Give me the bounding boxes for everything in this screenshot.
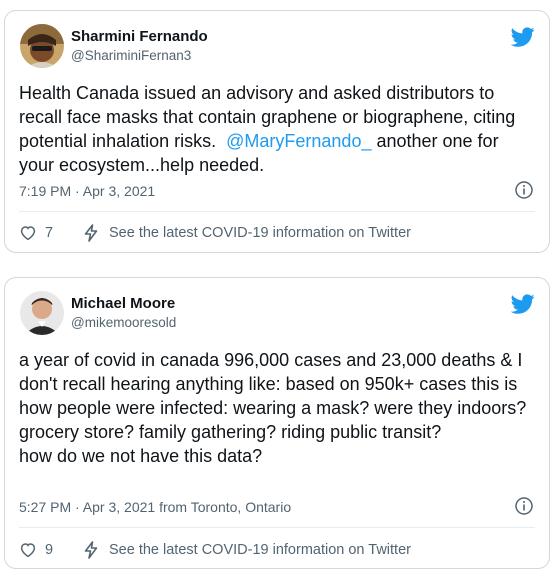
tweet-text: a year of covid in canada 996,000 cases … bbox=[19, 350, 527, 466]
like-button[interactable]: 7 bbox=[19, 224, 75, 242]
covid-info-label: See the latest COVID-19 information on T… bbox=[109, 542, 411, 558]
avatar[interactable] bbox=[20, 24, 64, 68]
tweet-actions: 7 See the latest COVID-19 information on… bbox=[19, 221, 535, 245]
divider bbox=[19, 527, 535, 528]
heart-icon bbox=[19, 224, 37, 242]
tweet-card[interactable]: Michael Moore @mikemooresold a year of c… bbox=[4, 277, 550, 569]
heart-icon bbox=[19, 541, 37, 559]
tweet-timestamp[interactable]: 5:27 PM · Apr 3, 2021 from Toronto, Onta… bbox=[19, 499, 291, 515]
author-name[interactable]: Sharmini Fernando bbox=[71, 28, 208, 45]
divider bbox=[19, 211, 535, 212]
covid-info-link[interactable]: See the latest COVID-19 information on T… bbox=[83, 224, 411, 242]
twitter-bird-icon[interactable] bbox=[511, 292, 535, 316]
author-handle[interactable]: @ShariminiFernan3 bbox=[71, 48, 191, 63]
info-icon[interactable] bbox=[515, 181, 533, 199]
author-handle[interactable]: @mikemooresold bbox=[71, 315, 176, 330]
tweet-timestamp[interactable]: 7:19 PM · Apr 3, 2021 bbox=[19, 183, 155, 199]
covid-info-link[interactable]: See the latest COVID-19 information on T… bbox=[83, 541, 411, 559]
tweet-text: Health Canada issued an advisory and ask… bbox=[19, 81, 533, 177]
lightning-icon bbox=[83, 224, 99, 242]
like-count: 9 bbox=[45, 542, 54, 558]
info-icon[interactable] bbox=[515, 497, 533, 515]
tweet-card[interactable]: Sharmini Fernando @ShariminiFernan3 Heal… bbox=[4, 10, 550, 253]
avatar[interactable] bbox=[20, 291, 64, 335]
covid-info-label: See the latest COVID-19 information on T… bbox=[109, 225, 411, 241]
author-name[interactable]: Michael Moore bbox=[71, 295, 175, 312]
like-count: 7 bbox=[45, 225, 54, 241]
tweet-actions: 9 See the latest COVID-19 information on… bbox=[19, 538, 535, 562]
lightning-icon bbox=[83, 541, 99, 559]
twitter-bird-icon[interactable] bbox=[511, 25, 535, 49]
mention-link[interactable]: @MaryFernando_ bbox=[226, 131, 371, 151]
like-button[interactable]: 9 bbox=[19, 541, 75, 559]
